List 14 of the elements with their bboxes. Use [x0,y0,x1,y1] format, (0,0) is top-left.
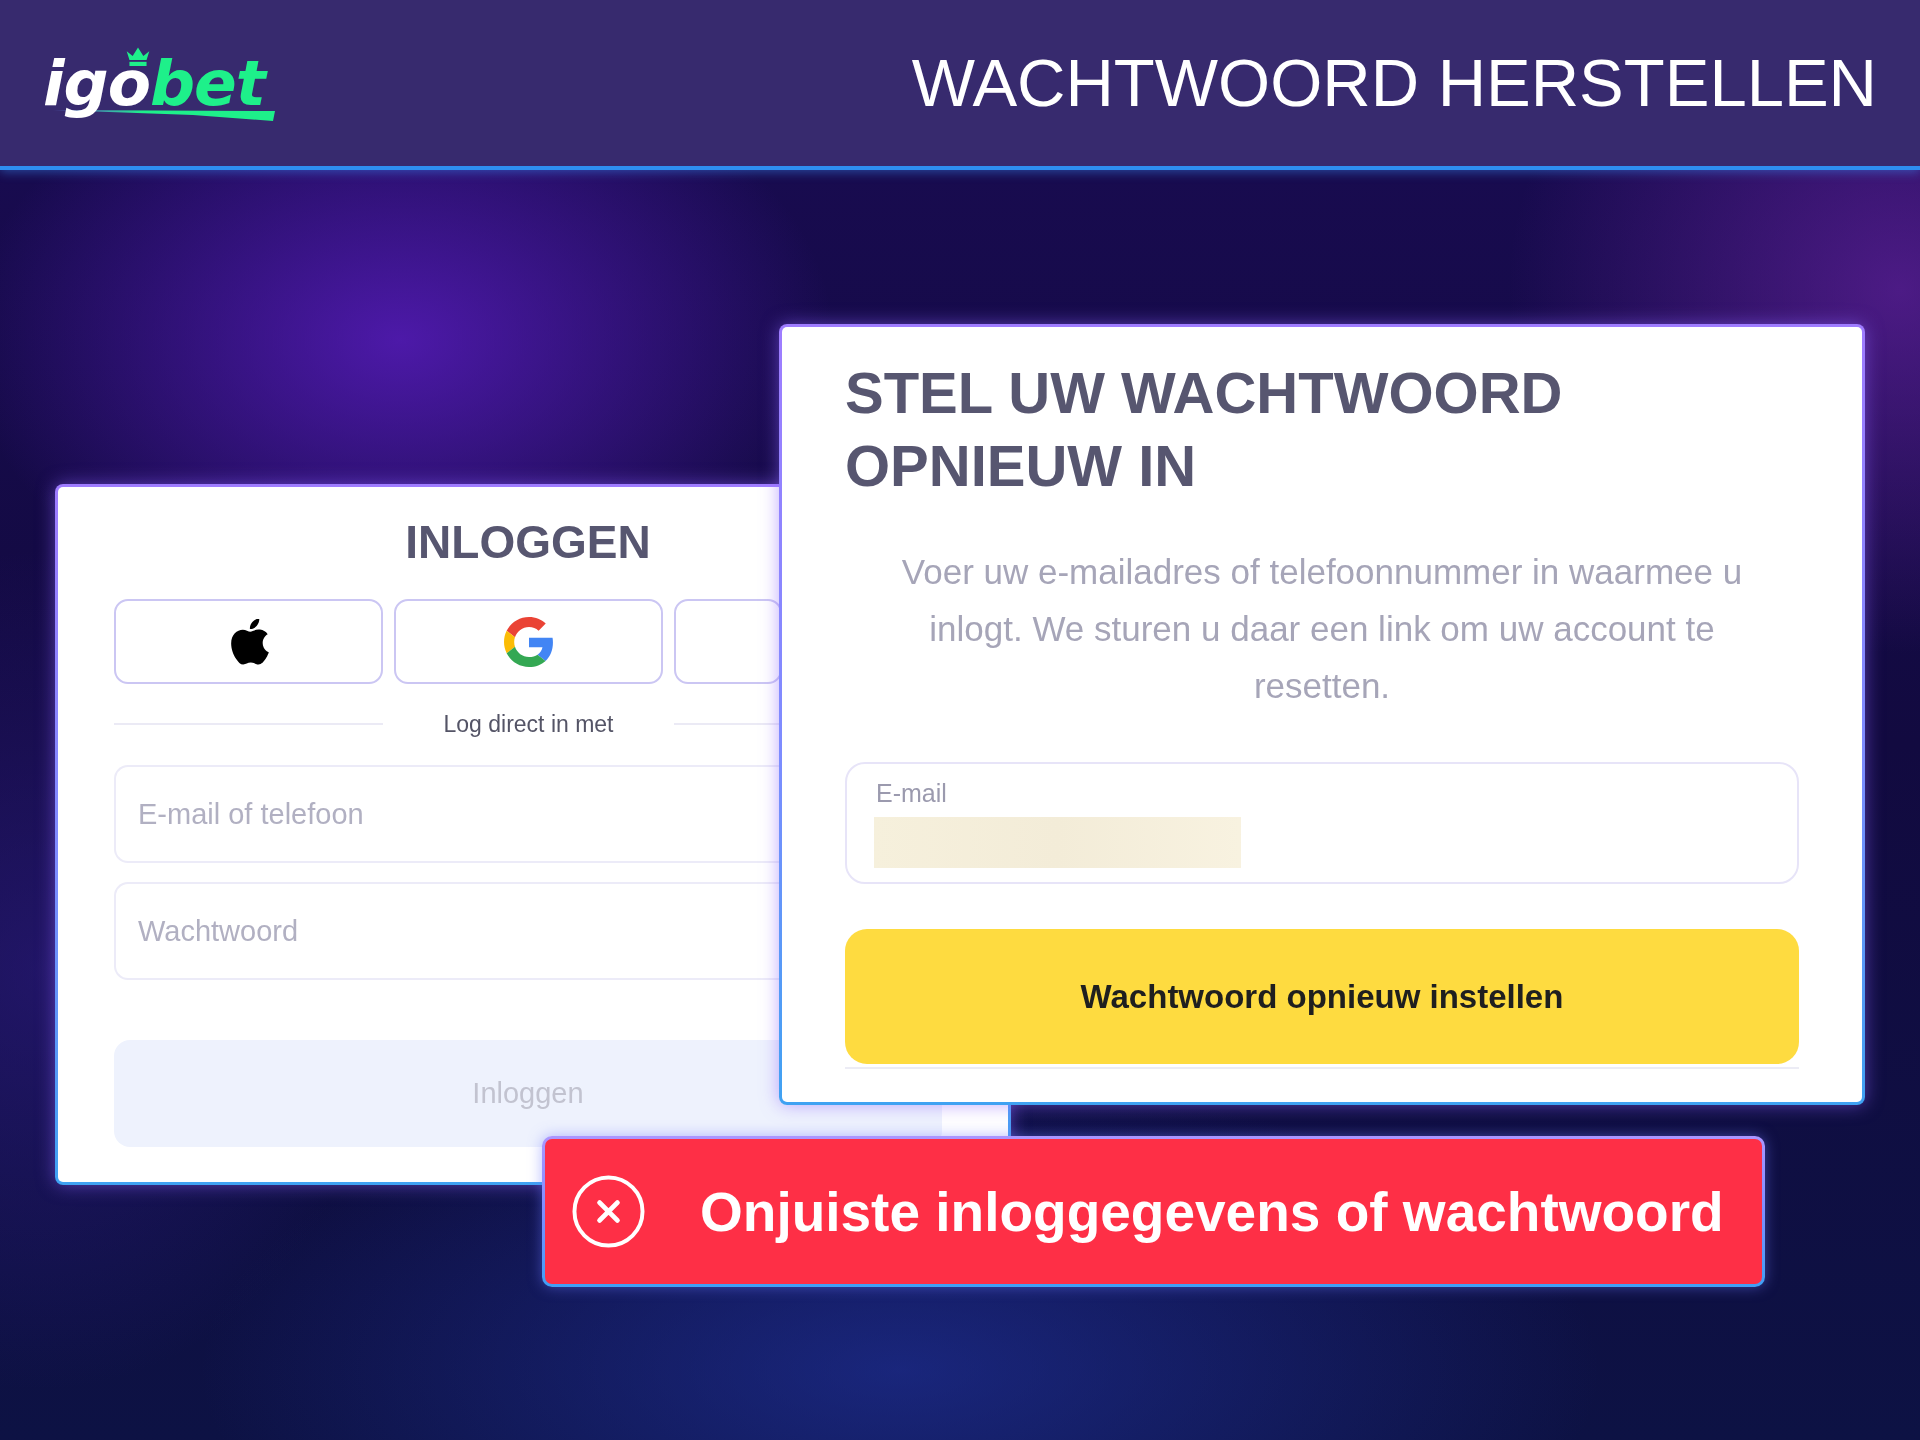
email-field-label: E-mail [875,778,947,808]
reset-title: STEL UW WACHTWOORD OPNIEUW IN [845,359,1564,500]
error-x-circle-icon [572,1175,645,1248]
error-message: Onjuiste inloggegevens of wachtwoord [700,1179,1724,1245]
apple-icon [228,618,269,665]
email-or-phone-field[interactable]: E-mail of telefoon [114,765,781,863]
social-login-button[interactable] [114,599,383,684]
password-field[interactable]: Wachtwoord [114,882,781,980]
login-title: INLOGGEN [405,515,651,570]
reset-description: Voer uw e-mailadres of telefoonnummer in waarmee u inlogt. We sturen u daar een link om uw account te resetten. [900,551,1744,707]
reset-password-button[interactable]: Wachtwoord opnieuw instellen [845,929,1799,1064]
page-title: WACHTWOORD HERSTELLEN [911,46,1877,120]
g-logo-icon [503,616,554,667]
login-divider-label: Log direct in met [443,710,614,739]
